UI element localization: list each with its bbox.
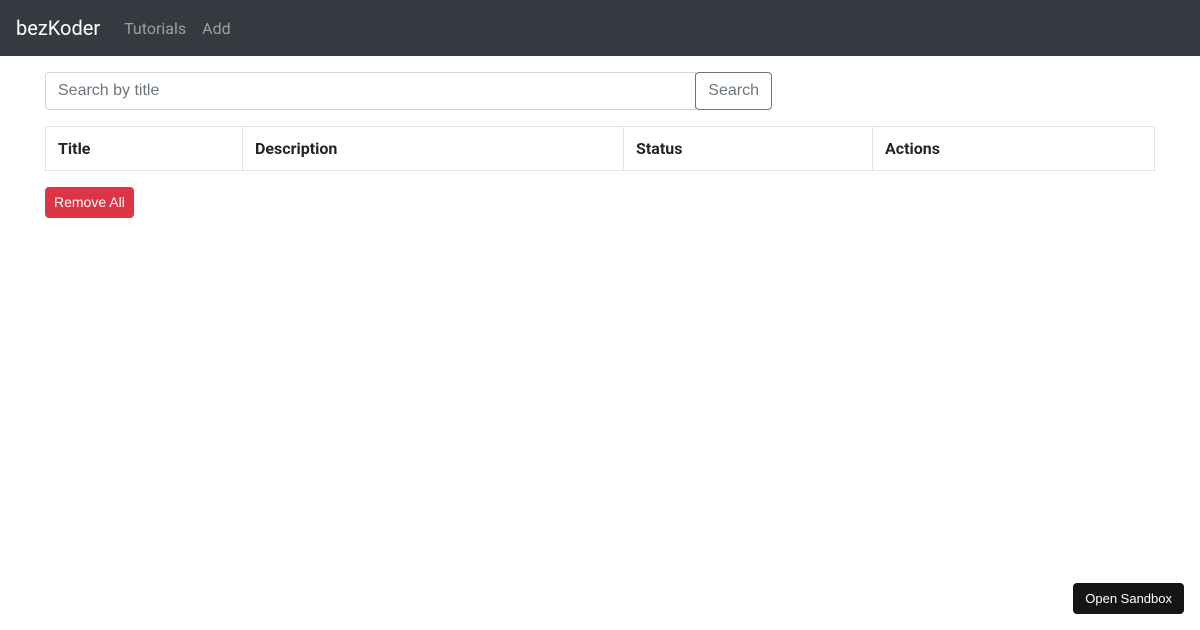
column-header-actions: Actions	[873, 127, 1155, 171]
column-header-description: Description	[243, 127, 624, 171]
search-button[interactable]: Search	[695, 72, 772, 110]
nav-link-add[interactable]: Add	[194, 11, 238, 46]
column-header-title: Title	[46, 127, 243, 171]
navbar: bezKoder Tutorials Add	[0, 0, 1200, 56]
nav-link-tutorials[interactable]: Tutorials	[116, 11, 194, 46]
column-header-status: Status	[624, 127, 873, 171]
open-sandbox-button[interactable]: Open Sandbox	[1073, 583, 1184, 614]
table-header-row: Title Description Status Actions	[46, 127, 1155, 171]
search-row: Search	[45, 72, 772, 110]
search-input[interactable]	[45, 72, 696, 110]
tutorials-table: Title Description Status Actions	[45, 126, 1155, 171]
remove-all-button[interactable]: Remove All	[45, 187, 134, 218]
navbar-brand[interactable]: bezKoder	[16, 11, 100, 45]
main-container: Search Title Description Status Actions …	[30, 72, 1170, 218]
